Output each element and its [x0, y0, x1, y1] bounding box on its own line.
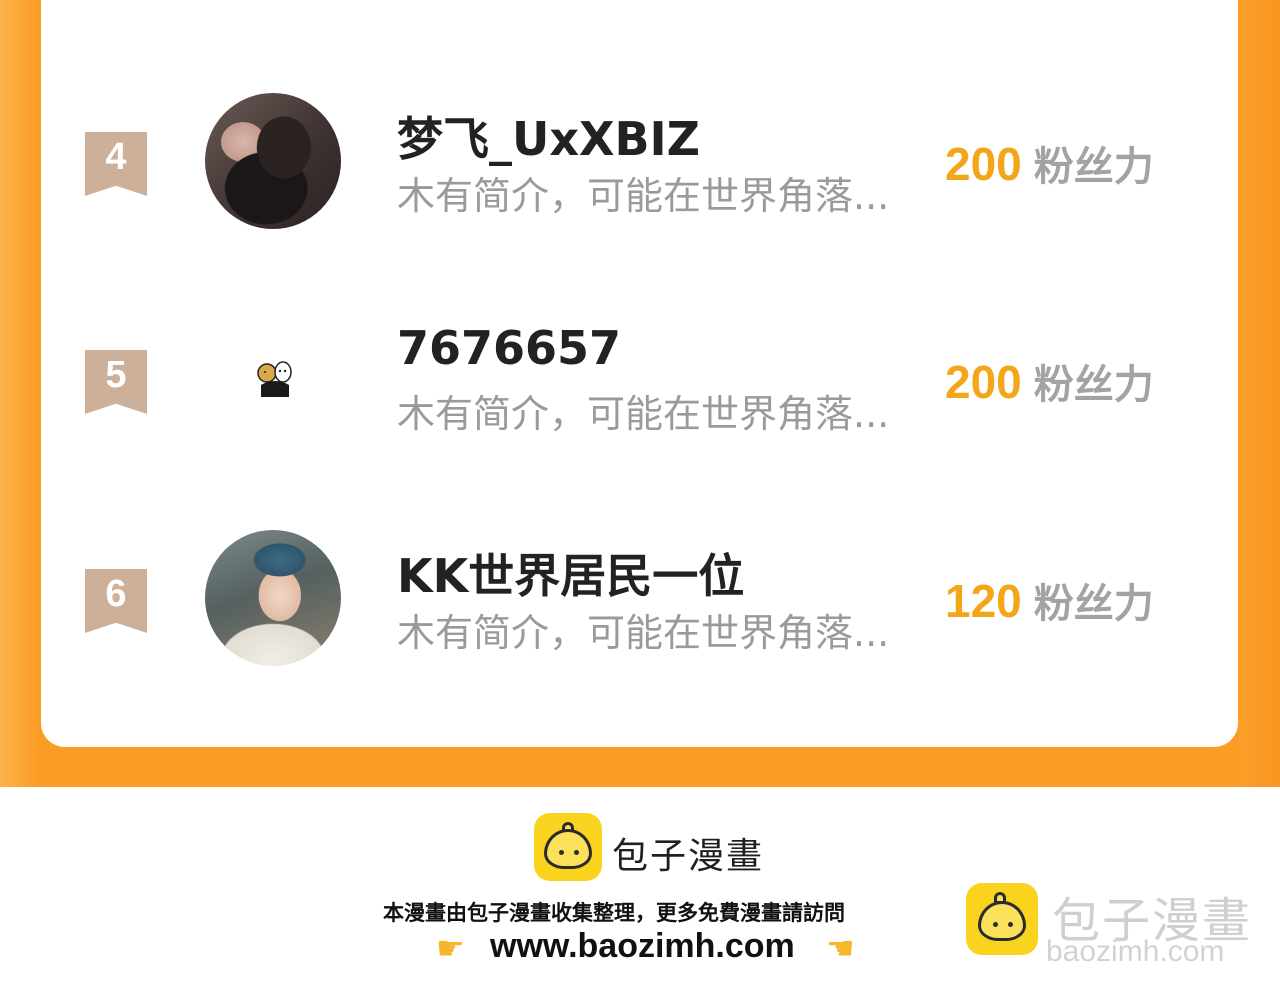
rank-badge: 6 [85, 569, 147, 633]
footer-brand: 包子漫畫 [612, 836, 765, 877]
watermark-url: baozimh.com [1046, 935, 1225, 968]
bun-logo-icon [534, 813, 602, 881]
frame-edge-left [0, 0, 40, 787]
avatar[interactable] [205, 311, 341, 447]
pointing-left-hand-icon: ☚ [826, 929, 855, 967]
pointing-right-hand-icon: ☛ [436, 929, 465, 967]
user-bio: 木有简介，可能在世界角落... [397, 392, 890, 436]
cartoon-figure-icon [257, 361, 292, 397]
fans-value: 120 [945, 575, 1022, 627]
fans-score: 200 粉丝力 [945, 352, 1154, 410]
rank-badge: 5 [85, 350, 147, 414]
rank-badge: 4 [85, 132, 147, 196]
footer-url-link[interactable]: www.baozimh.com [490, 927, 795, 966]
fans-unit: 粉丝力 [1033, 144, 1154, 190]
avatar[interactable] [205, 530, 341, 666]
rank-number: 5 [105, 354, 127, 396]
list-item[interactable]: 5 7676657 木有简介，可能在世界角落... 200 粉丝力 [41, 308, 1238, 458]
avatar[interactable] [205, 93, 341, 229]
user-name[interactable]: KK世界居民一位 [397, 540, 744, 606]
fans-value: 200 [945, 356, 1022, 408]
rank-number: 6 [105, 573, 127, 615]
user-bio: 木有简介，可能在世界角落... [397, 174, 890, 218]
fans-unit: 粉丝力 [1033, 581, 1154, 627]
user-bio: 木有简介，可能在世界角落... [397, 611, 890, 655]
rank-number: 4 [105, 136, 127, 178]
watermark-bun-logo-icon [966, 883, 1038, 955]
fans-score: 200 粉丝力 [945, 134, 1154, 192]
ranking-frame: 4 梦飞_UxXBIZ 木有简介，可能在世界角落... 200 粉丝力 5 767… [0, 0, 1280, 787]
user-name[interactable]: 梦飞_UxXBIZ [397, 103, 700, 169]
list-item[interactable]: 4 梦飞_UxXBIZ 木有简介，可能在世界角落... 200 粉丝力 [41, 90, 1238, 240]
fans-score: 120 粉丝力 [945, 571, 1154, 629]
frame-edge-right [1238, 0, 1280, 787]
user-name[interactable]: 7676657 [397, 321, 621, 375]
footer: 包子漫畫 本漫畫由包子漫畫收集整理，更多免費漫畫請訪問 ☛ www.baozim… [0, 787, 1280, 989]
fans-value: 200 [945, 138, 1022, 190]
footer-description: 本漫畫由包子漫畫收集整理，更多免費漫畫請訪問 [383, 901, 845, 925]
fans-unit: 粉丝力 [1033, 362, 1154, 408]
list-item[interactable]: 6 KK世界居民一位 木有简介，可能在世界角落... 120 粉丝力 [41, 527, 1238, 677]
